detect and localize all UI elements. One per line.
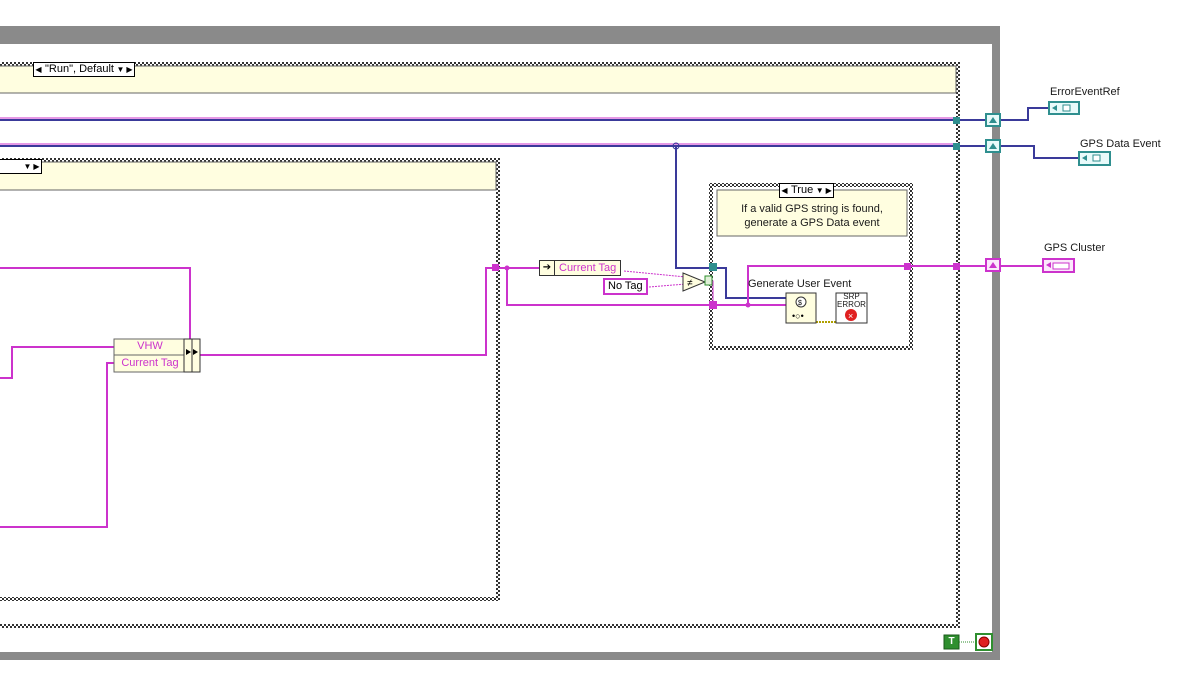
decrement-arrow-icon[interactable]: ◀ — [780, 184, 789, 197]
outer-case-selector-label: "Run", Default — [45, 63, 114, 75]
svg-text:≠: ≠ — [687, 278, 693, 289]
loop-true-constant-label: T — [948, 636, 955, 647]
comment-line-1: If a valid GPS string is found, — [741, 203, 883, 215]
unbundle-field-vhw[interactable]: VHW — [114, 340, 186, 352]
decrement-arrow-icon[interactable]: ◀ — [34, 63, 43, 76]
increment-arrow-icon[interactable]: ▶ — [32, 160, 41, 173]
inner-case-structure[interactable] — [0, 158, 500, 601]
increment-arrow-icon[interactable]: ▶ — [125, 63, 134, 76]
increment-arrow-icon[interactable]: ▶ — [824, 184, 833, 197]
true-case-selector-label: True — [791, 184, 814, 196]
true-case-selector[interactable]: ◀ True ▼ ▶ — [779, 183, 835, 198]
no-tag-string-constant[interactable]: No Tag — [603, 278, 648, 295]
block-diagram: ≠ $ •○• × ◀ "Run", Default ▼ ▶ ▼ ▶ ◀ Tru… — [0, 0, 1203, 687]
error-event-ref-label: ErrorEventRef — [1050, 86, 1120, 98]
chevron-down-icon[interactable]: ▼ — [23, 160, 32, 173]
current-tag-local-variable[interactable]: ➔ Current Tag — [539, 260, 622, 276]
svg-text:$: $ — [798, 300, 802, 307]
inner-case-selector[interactable]: ▼ ▶ — [0, 159, 42, 174]
gps-data-event-label: GPS Data Event — [1080, 138, 1161, 150]
svg-text:•○•: •○• — [792, 311, 804, 321]
unbundle-field-current-tag[interactable]: Current Tag — [114, 357, 186, 369]
chevron-down-icon[interactable]: ▼ — [815, 184, 824, 197]
comment-line-2: generate a GPS Data event — [744, 217, 880, 229]
arrow-right-icon: ➔ — [540, 261, 555, 275]
local-variable-label: Current Tag — [559, 262, 617, 274]
generate-user-event-label: Generate User Event — [748, 278, 852, 290]
true-case-comment: If a valid GPS string is found, generate… — [717, 202, 907, 230]
generate-user-event-node[interactable]: $ •○• — [785, 292, 817, 324]
error-node-line2: ERROR — [837, 300, 866, 309]
svg-text:×: × — [848, 311, 853, 321]
outer-case-selector[interactable]: ◀ "Run", Default ▼ ▶ — [33, 62, 135, 77]
gps-cluster-label: GPS Cluster — [1044, 242, 1106, 254]
chevron-down-icon[interactable]: ▼ — [116, 63, 125, 76]
